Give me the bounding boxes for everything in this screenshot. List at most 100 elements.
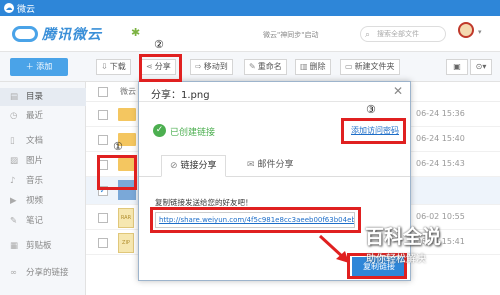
video-icon: ▶ — [10, 196, 17, 206]
music-icon: ♪ — [10, 176, 16, 186]
document-icon: ZIP — [118, 233, 134, 253]
row-date: 06-24 15:43 — [416, 159, 465, 168]
dialog-header: 分享：1.png ✕ — [139, 82, 410, 102]
sidebar-item-documents[interactable]: ▯ 文档 — [0, 132, 86, 150]
sidebar-item-notes[interactable]: ✎ 笔记 — [0, 212, 86, 230]
image-icon: ▨ — [10, 156, 19, 166]
avatar[interactable]: ▾ — [458, 22, 482, 44]
delete-label: 删除 — [309, 62, 326, 71]
sidebar-item-music[interactable]: ♪ 音乐 — [0, 172, 86, 190]
sync-hint[interactable]: 微云"神同步"启动 — [263, 30, 318, 40]
search-icon: ⌕ — [365, 30, 371, 40]
sidebar-item-label: 目录 — [26, 92, 44, 102]
sidebar-item-label: 剪贴板 — [26, 241, 52, 251]
folder-icon — [118, 108, 136, 121]
new-folder-icon: ▭ — [345, 62, 353, 71]
select-all-checkbox[interactable] — [98, 87, 108, 97]
share-tabs: ⊘ 链接分享 ✉ 邮件分享 — [139, 155, 410, 177]
link-icon: ∞ — [10, 268, 18, 278]
row-checkbox[interactable] — [98, 135, 108, 145]
annotation-number-1: ① — [113, 140, 123, 153]
sort-icon[interactable]: ⊙▾ — [470, 59, 492, 75]
title-bar: ☁ 微云 — [0, 0, 500, 16]
move-label: 移动到 — [203, 62, 228, 71]
annotation-box-link — [150, 207, 361, 233]
sidebar-item-label: 分享的链接 — [26, 268, 69, 278]
document-icon: ▯ — [10, 136, 15, 146]
note-icon: ✎ — [10, 216, 18, 226]
toolbar: ＋ 添加 ⇩ 下载 ⋖ 分享 ⇨ 移动到 ✎ 重命名 ▥ 删除 ▭ 新建文件夹 ▣ ⊙▾ — [0, 52, 500, 82]
new-folder-button[interactable]: ▭ 新建文件夹 — [340, 59, 400, 75]
move-button[interactable]: ⇨ 移动到 — [190, 59, 233, 75]
sidebar-item-label: 视频 — [26, 196, 44, 206]
mail-icon: ✉ — [247, 160, 255, 170]
app-header: 腾讯微云 ✱ 微云"神同步"启动 ⌕ 搜索全部文件 ▾ — [0, 16, 500, 52]
weiyun-app-icon: ☁ — [4, 3, 14, 13]
sidebar-item-recent[interactable]: ◷ 最近 — [0, 107, 86, 125]
add-button[interactable]: ＋ 添加 — [10, 58, 68, 76]
search-placeholder: 搜索全部文件 — [377, 30, 419, 38]
tab-label: 邮件分享 — [257, 160, 294, 170]
sidebar-item-shared-links[interactable]: ∞ 分享的链接 — [0, 264, 86, 282]
check-circle-icon: ✓ — [153, 124, 166, 137]
logo[interactable]: 腾讯微云 — [12, 24, 102, 44]
window-title: 微云 — [17, 4, 36, 15]
sidebar-item-clipboard[interactable]: ▦ 剪贴板 — [0, 237, 86, 255]
rename-label: 重命名 — [257, 62, 282, 71]
annotation-box-1 — [97, 155, 137, 190]
row-checkbox[interactable] — [98, 238, 108, 248]
row-checkbox[interactable] — [98, 213, 108, 223]
new-folder-label: 新建文件夹 — [354, 62, 395, 71]
platform-icons: ✱ — [123, 26, 140, 39]
link-created-status: 已创建链接 — [170, 128, 216, 138]
watermark-subtitle: 助你轻松解决 — [366, 254, 426, 265]
annotation-number-3: ③ — [366, 103, 376, 116]
sidebar: ▤ 目录 ◷ 最近 ▯ 文档 ▨ 图片 ♪ 音乐 ▶ 视频 ✎ 笔记 ▦ 剪贴板 ∞ 分享的链接 — [0, 82, 86, 295]
download-button[interactable]: ⇩ 下载 — [96, 59, 131, 75]
brand-name: 腾讯微云 — [42, 27, 102, 43]
row-date: 06-24 15:40 — [416, 134, 465, 143]
link-icon: ⊘ — [170, 161, 178, 171]
grid-view-icon[interactable]: ▣ — [446, 59, 468, 75]
chevron-down-icon[interactable]: ▾ — [478, 28, 482, 36]
row-date: 06-24 15:36 — [416, 109, 465, 118]
tab-mail-share[interactable]: ✉ 邮件分享 — [239, 155, 302, 177]
sidebar-item-label: 音乐 — [26, 176, 44, 186]
annotation-arrow-icon — [318, 234, 349, 263]
folder-icon: ▤ — [10, 92, 19, 102]
trash-icon: ▥ — [300, 62, 308, 71]
avatar-image — [458, 22, 474, 38]
sidebar-item-video[interactable]: ▶ 视频 — [0, 192, 86, 210]
rename-icon: ✎ — [249, 62, 256, 71]
sidebar-item-label: 笔记 — [26, 216, 44, 226]
row-date: 06-02 10:55 — [416, 212, 465, 221]
sidebar-item-images[interactable]: ▨ 图片 — [0, 152, 86, 170]
annotation-number-2: ② — [154, 38, 164, 51]
view-switcher: ▣ ⊙▾ — [446, 59, 492, 75]
watermark-title: 百科全说 — [365, 226, 442, 248]
clock-icon: ◷ — [10, 111, 18, 121]
sidebar-item-label: 最近 — [26, 111, 44, 121]
clipboard-icon: ▦ — [10, 241, 19, 251]
dialog-title: 分享：1.png — [151, 90, 210, 101]
cloud-logo-icon — [12, 26, 38, 42]
tab-label: 链接分享 — [180, 161, 217, 171]
close-icon[interactable]: ✕ — [393, 84, 403, 98]
delete-button[interactable]: ▥ 删除 — [295, 59, 331, 75]
sidebar-item-directory[interactable]: ▤ 目录 — [0, 88, 86, 106]
annotation-box-3 — [341, 118, 406, 144]
download-icon: ⇩ — [101, 62, 108, 71]
move-icon: ⇨ — [195, 62, 202, 71]
row-checkbox[interactable] — [98, 110, 108, 120]
rename-button[interactable]: ✎ 重命名 — [244, 59, 287, 75]
watermark: 百科全说 助你轻松解决 — [365, 222, 495, 265]
document-icon: RAR — [118, 208, 134, 228]
download-label: 下载 — [109, 62, 126, 71]
sidebar-item-label: 图片 — [26, 156, 44, 166]
android-icon[interactable]: ✱ — [131, 26, 140, 39]
tab-link-share[interactable]: ⊘ 链接分享 — [161, 155, 226, 177]
column-name: 微云 — [120, 87, 136, 96]
sidebar-item-label: 文档 — [26, 136, 44, 146]
search-input[interactable]: ⌕ 搜索全部文件 — [360, 26, 446, 42]
annotation-box-2 — [139, 54, 182, 82]
